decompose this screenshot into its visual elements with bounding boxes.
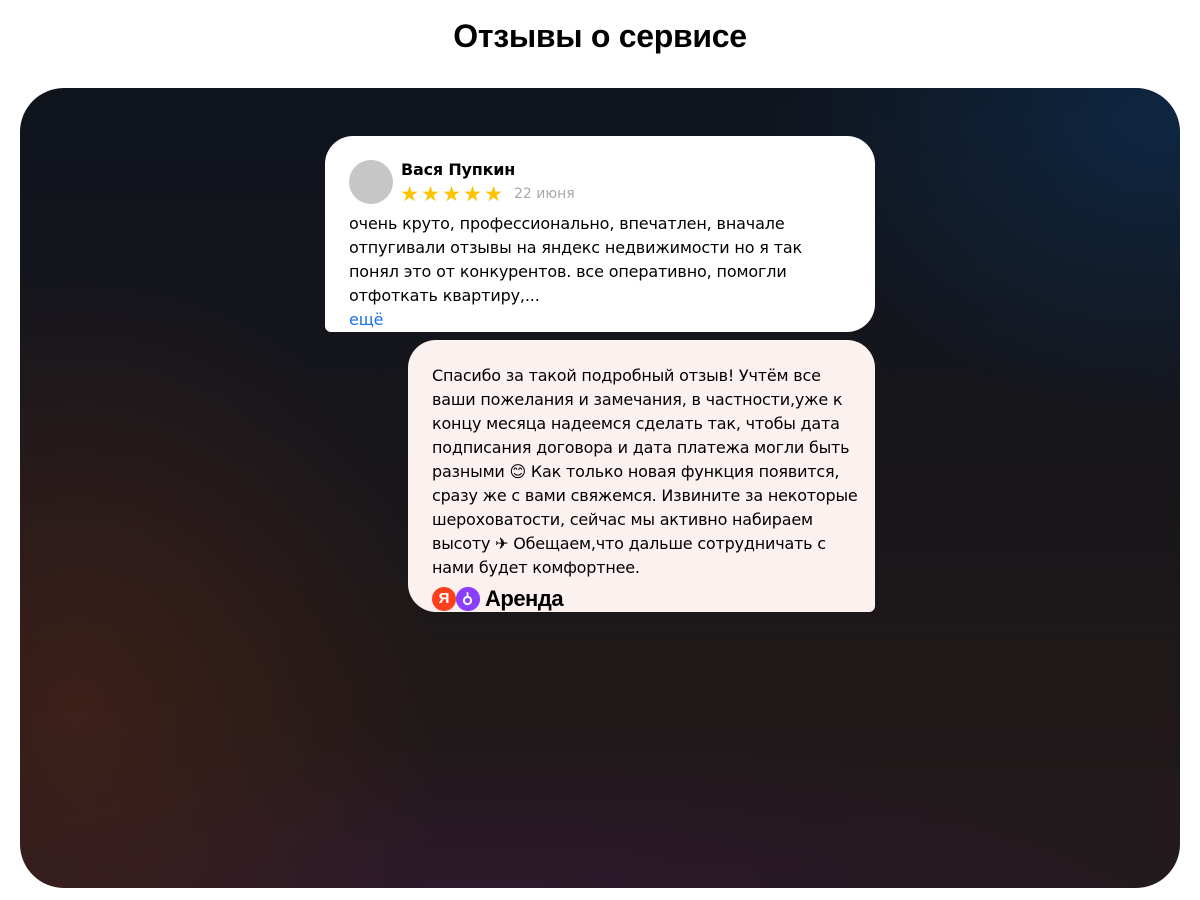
- review-text-block: очень круто, профессионально, впечатлен,…: [349, 212, 849, 332]
- reply-text: Спасибо за такой подробный отзыв! Учтём …: [432, 366, 858, 577]
- star-icon: ★: [421, 182, 440, 206]
- more-link[interactable]: ещё: [349, 310, 383, 329]
- star-icon: ★: [484, 182, 503, 206]
- arenda-logo-icon: [456, 587, 480, 611]
- page: Отзывы о сервисе Вася Пупкин ★ ★ ★ ★ ★ 2…: [0, 0, 1200, 900]
- brand-name: Аренда: [485, 586, 564, 611]
- yandex-logo-icon: Я: [432, 587, 456, 611]
- avatar: [349, 160, 393, 204]
- page-title: Отзывы о сервисе: [453, 18, 747, 54]
- reviews-stage: Вася Пупкин ★ ★ ★ ★ ★ 22 июня очень крут…: [20, 88, 1180, 888]
- brand-logo: Я Аренда: [432, 586, 851, 612]
- star-icon: ★: [400, 182, 419, 206]
- author-name: Вася Пупкин: [401, 160, 516, 179]
- review-text: очень круто, профессионально, впечатлен,…: [349, 214, 803, 305]
- rating-stars: ★ ★ ★ ★ ★ 22 июня: [399, 182, 575, 206]
- review-date: 22 июня: [514, 186, 575, 202]
- review-card: Вася Пупкин ★ ★ ★ ★ ★ 22 июня очень крут…: [325, 136, 875, 332]
- star-icon: ★: [442, 182, 461, 206]
- reply-card: Спасибо за такой подробный отзыв! Учтём …: [408, 340, 875, 612]
- star-icon: ★: [463, 182, 482, 206]
